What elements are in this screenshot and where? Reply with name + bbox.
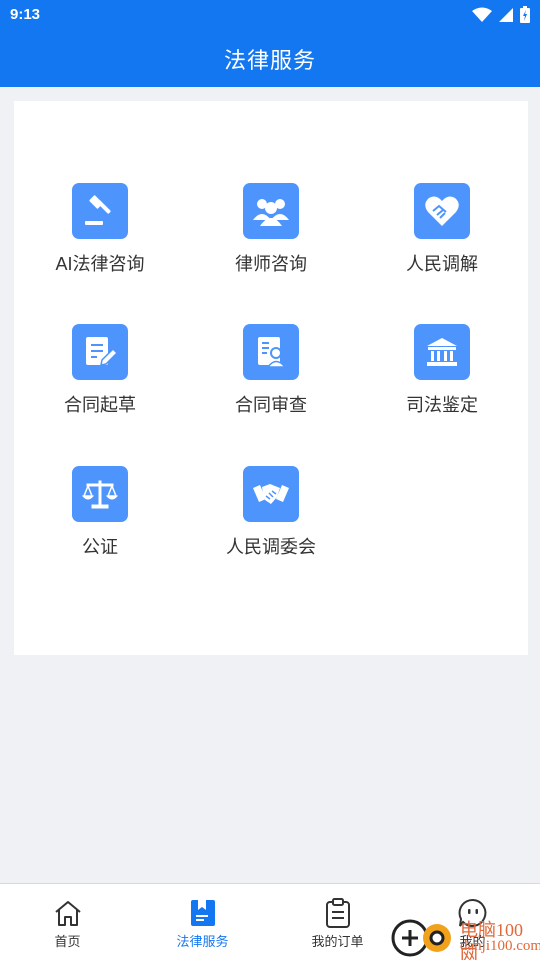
tab-label: 我的订单 (311, 934, 364, 949)
courthouse-icon (414, 324, 470, 380)
service-label: 人民调委会 (226, 537, 316, 557)
watermark-subtext: danji100.com (460, 938, 540, 954)
service-label: 司法鉴定 (406, 395, 478, 415)
document-edit-icon (72, 324, 128, 380)
service-lawyer-consult[interactable]: 律师咨询 (186, 183, 356, 293)
clipboard-icon (323, 898, 353, 928)
tab-label: 法律服务 (176, 934, 229, 949)
service-mediation-committee[interactable]: 人民调委会 (186, 466, 356, 576)
service-ai-legal-consult[interactable]: AI法律咨询 (15, 183, 185, 293)
law-book-icon (188, 898, 218, 928)
handshake-icon (243, 466, 299, 522)
title-bar: 法律服务 (0, 30, 540, 87)
service-people-mediation[interactable]: 人民调解 (357, 183, 527, 293)
tab-home[interactable]: 首页 (0, 898, 135, 953)
service-label: 律师咨询 (235, 254, 307, 274)
page-title: 法律服务 (223, 47, 316, 73)
tab-label: 首页 (54, 934, 81, 949)
gavel-icon (72, 183, 128, 239)
status-bar: 9:13 (0, 0, 540, 30)
battery-icon (520, 6, 530, 23)
service-contract-drafting[interactable]: 合同起草 (15, 324, 185, 434)
wifi-icon (472, 7, 492, 22)
status-time: 9:13 (10, 6, 41, 23)
service-grid-card: AI法律咨询 律师咨询 人民调解 合同起草 合同审查 司法鉴定 公证 人民调委会 (14, 101, 528, 655)
heart-handshake-icon (414, 183, 470, 239)
lawyers-icon (243, 183, 299, 239)
tab-legal-services[interactable]: 法律服务 (135, 898, 270, 953)
watermark-logo-icon (391, 919, 451, 957)
scales-icon (72, 466, 128, 522)
service-label: 合同审查 (235, 395, 307, 415)
service-label: 合同起草 (64, 395, 136, 415)
service-notarization[interactable]: 公证 (15, 466, 185, 576)
service-judicial-appraisal[interactable]: 司法鉴定 (357, 324, 527, 434)
status-icons (472, 6, 530, 23)
document-review-icon (243, 324, 299, 380)
service-label: AI法律咨询 (55, 254, 145, 274)
service-contract-review[interactable]: 合同审查 (186, 324, 356, 434)
watermark: 电脑100网 danji100.com (390, 912, 540, 960)
service-label: 公证 (82, 537, 118, 557)
signal-icon (499, 7, 513, 22)
tab-my-orders[interactable]: 我的订单 (270, 898, 405, 953)
service-label: 人民调解 (406, 254, 478, 274)
home-icon (53, 898, 83, 928)
